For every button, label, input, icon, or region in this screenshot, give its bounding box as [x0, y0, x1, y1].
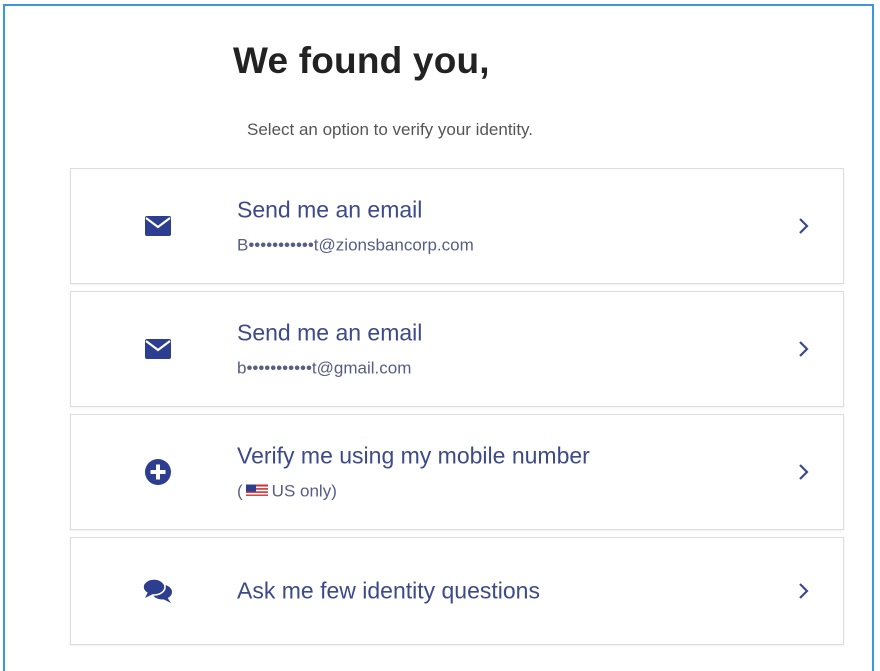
option-title: Send me an email	[237, 319, 423, 346]
option-identity-questions[interactable]: Ask me few identity questions	[70, 537, 844, 645]
envelope-icon	[143, 334, 173, 364]
us-flag-icon	[245, 484, 268, 498]
chevron-right-icon	[797, 339, 811, 359]
option-mobile-number[interactable]: Verify me using my mobile number ( US on…	[70, 414, 844, 530]
page-subtitle: Select an option to verify your identity…	[247, 120, 534, 139]
chevron-right-icon	[797, 581, 811, 601]
option-text: Send me an email B•••••••••••t@zionsbanc…	[237, 197, 474, 256]
chevron-right-icon	[797, 216, 811, 236]
option-title: Ask me few identity questions	[237, 577, 540, 604]
chevron-right-icon	[797, 462, 811, 482]
envelope-icon	[143, 211, 173, 241]
option-title: Verify me using my mobile number	[237, 442, 590, 469]
page-title: We found you,	[233, 40, 490, 81]
chat-bubbles-icon	[143, 576, 173, 606]
option-text: Ask me few identity questions	[237, 578, 540, 605]
option-text: Verify me using my mobile number ( US on…	[237, 443, 590, 502]
option-email-address: B•••••••••••t@zionsbancorp.com	[237, 235, 474, 255]
option-email-address: b•••••••••••t@gmail.com	[237, 358, 412, 378]
verification-options-list: Send me an email B•••••••••••t@zionsbanc…	[70, 168, 844, 645]
paren-open: (	[237, 481, 243, 501]
region-label: US only)	[271, 481, 337, 501]
option-email-work[interactable]: Send me an email B•••••••••••t@zionsbanc…	[70, 168, 844, 284]
option-text: Send me an email b•••••••••••t@gmail.com	[237, 320, 422, 379]
option-email-personal[interactable]: Send me an email b•••••••••••t@gmail.com	[70, 291, 844, 407]
plus-circle-icon	[143, 457, 173, 487]
option-region-note: ( US only)	[237, 482, 590, 502]
option-title: Send me an email	[237, 196, 423, 223]
